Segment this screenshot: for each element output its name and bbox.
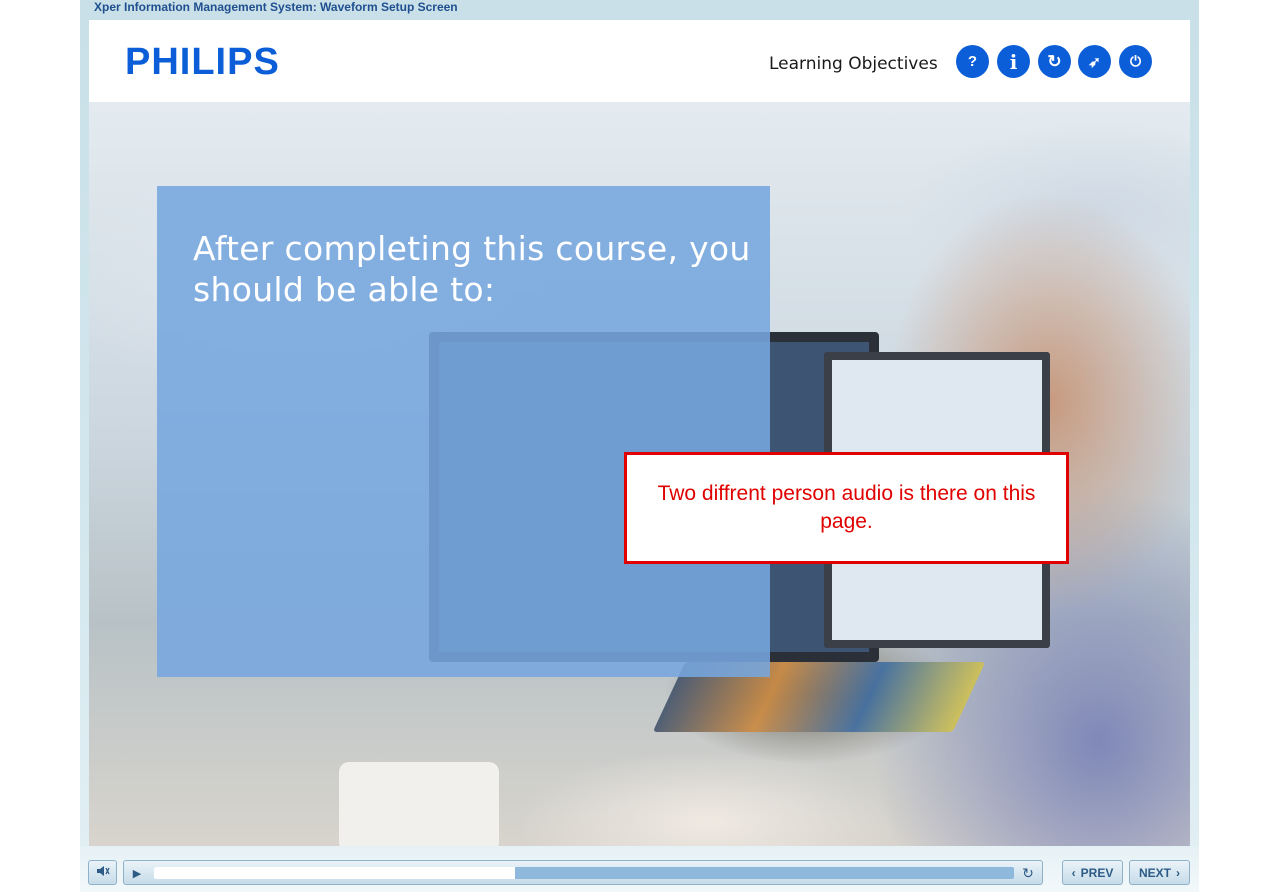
prev-label: PREV xyxy=(1080,865,1114,880)
replay-icon: ↻ xyxy=(1022,864,1034,881)
section-label: Learning Objectives xyxy=(769,54,938,74)
next-button[interactable]: NEXT › xyxy=(1129,860,1190,885)
background-microphone xyxy=(339,762,499,846)
replay-button[interactable]: ↻ xyxy=(1020,865,1036,881)
progress-bar[interactable]: ▶ ↻ xyxy=(123,860,1043,885)
prev-button[interactable]: ‹ PREV xyxy=(1062,860,1123,885)
info-button[interactable]: i xyxy=(997,45,1030,78)
play-icon: ▶ xyxy=(132,867,142,880)
power-icon: ⏻ xyxy=(1129,53,1142,69)
review-note: Two diffrent person audio is there on th… xyxy=(624,452,1069,564)
refresh-button[interactable]: ↻ xyxy=(1038,45,1071,78)
mute-button[interactable] xyxy=(88,860,117,885)
philips-logo: PHILIPS xyxy=(125,41,280,83)
power-button[interactable]: ⏻ xyxy=(1119,45,1152,78)
info-icon: i xyxy=(1009,49,1018,74)
progress-track[interactable] xyxy=(154,867,1014,879)
speaker-icon xyxy=(96,865,110,880)
chevron-left-icon: ‹ xyxy=(1071,865,1076,880)
header: PHILIPS Learning Objectives ? i ↻ ➶ ⏻ xyxy=(89,20,1190,102)
refresh-icon: ↻ xyxy=(1047,51,1062,71)
compass-icon: ➶ xyxy=(1088,53,1101,71)
help-button[interactable]: ? xyxy=(956,45,989,78)
help-icon: ? xyxy=(967,53,978,70)
progress-fill xyxy=(154,867,516,879)
window-title: Xper Information Management System: Wave… xyxy=(94,0,458,14)
play-button[interactable]: ▶ xyxy=(130,866,144,880)
next-label: NEXT xyxy=(1138,865,1171,880)
chevron-right-icon: › xyxy=(1176,865,1180,880)
objectives-heading: After completing this course, you should… xyxy=(193,229,751,309)
compass-button[interactable]: ➶ xyxy=(1078,45,1111,78)
objectives-panel: After completing this course, you should… xyxy=(157,186,770,677)
